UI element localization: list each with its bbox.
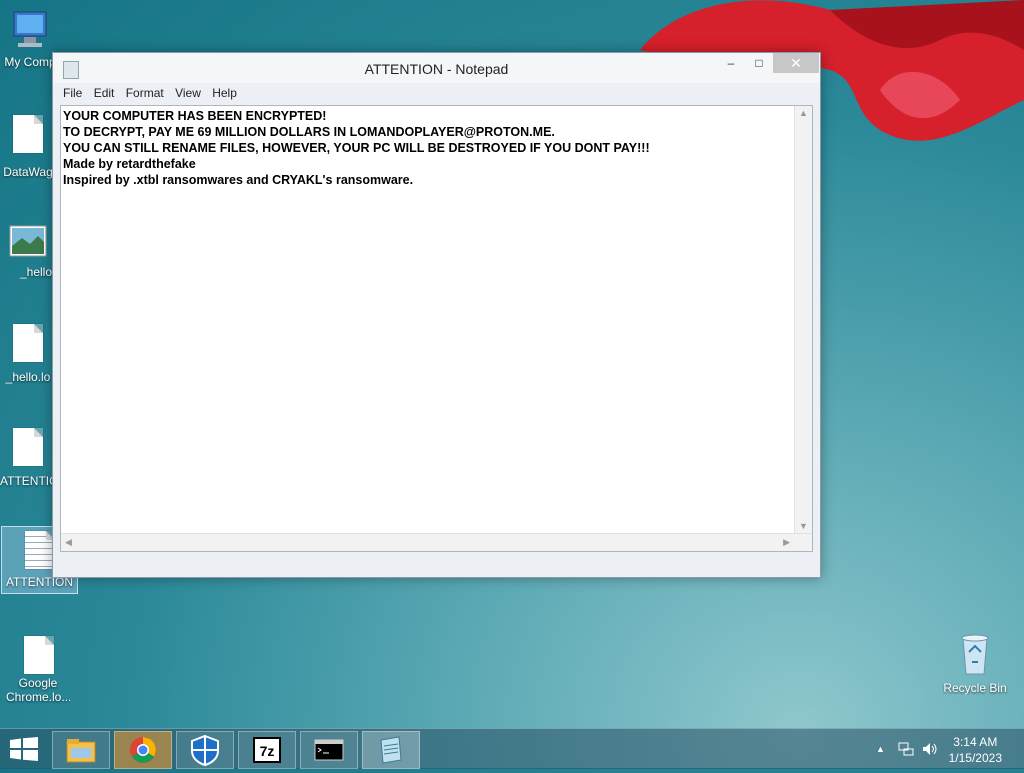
file-icon <box>13 324 43 362</box>
desktop-icon-label: _hello <box>19 265 52 279</box>
desktop-icon-attention-file[interactable]: ATTENTIO <box>0 428 56 488</box>
desktop-icon-recycle-bin[interactable]: Recycle Bin <box>937 632 1013 695</box>
taskbar-windows-defender[interactable] <box>176 731 234 769</box>
scroll-left-icon[interactable]: ◀ <box>65 537 72 548</box>
taskbar-7zip[interactable]: 7z <box>238 731 296 769</box>
computer-icon <box>13 11 47 47</box>
vertical-scrollbar[interactable]: ▲ ▼ <box>794 106 812 551</box>
system-clock[interactable]: 3:14 AM 1/15/2023 <box>949 734 1002 766</box>
file-icon <box>13 428 43 466</box>
scroll-down-icon[interactable]: ▼ <box>799 521 808 531</box>
desktop-icon-label: Google Chrome.lo... <box>6 676 70 704</box>
notepad-icon <box>380 736 402 764</box>
menu-edit[interactable]: Edit <box>94 83 115 103</box>
svg-text:7z: 7z <box>260 743 275 759</box>
taskbar-google-chrome[interactable] <box>114 731 172 769</box>
file-icon <box>24 636 54 674</box>
menu-bar: File Edit Format View Help <box>53 83 820 103</box>
desktop-icon-label: ATTENTIO <box>0 474 56 488</box>
taskbar-command-prompt[interactable] <box>300 731 358 769</box>
desktop-icon-label: Recycle Bin <box>943 681 1007 695</box>
desktop-icon-datawag[interactable]: DataWag <box>0 115 56 179</box>
menu-view[interactable]: View <box>175 83 201 103</box>
taskbar-file-explorer[interactable] <box>52 731 110 769</box>
clock-time: 3:14 AM <box>953 735 998 749</box>
terminal-icon <box>314 739 344 761</box>
desktop-icon-hello-log[interactable]: _hello.lo <box>0 324 56 384</box>
scroll-up-icon[interactable]: ▲ <box>799 108 808 118</box>
desktop-icon-label: My Comp <box>4 55 56 69</box>
start-button[interactable] <box>10 737 38 766</box>
taskbar-notepad[interactable] <box>362 731 420 769</box>
menu-file[interactable]: File <box>63 83 82 103</box>
text-editor[interactable]: YOUR COMPUTER HAS BEEN ENCRYPTED! TO DEC… <box>60 105 813 552</box>
clock-date: 1/15/2023 <box>948 751 1002 765</box>
text-document-icon <box>24 531 55 569</box>
folder-icon <box>66 739 96 763</box>
windows-logo-icon <box>10 737 38 761</box>
desktop-icon-label: _hello.lo <box>5 370 51 384</box>
notepad-window[interactable]: ATTENTION - Notepad – □ ✕ File Edit Form… <box>52 52 821 578</box>
image-icon <box>9 225 47 257</box>
desktop-icon-hello-image[interactable]: _hello <box>0 224 56 279</box>
desktop-icon-google-chrome-log[interactable]: Google Chrome.lo... <box>0 636 78 704</box>
desktop-icon-label: DataWag <box>3 165 53 179</box>
shield-icon <box>191 734 219 767</box>
horizontal-scrollbar[interactable]: ◀ ▶ <box>61 533 812 551</box>
window-title: ATTENTION - Notepad <box>364 61 509 77</box>
network-icon[interactable] <box>898 741 914 757</box>
recycle-bin-icon <box>961 634 989 675</box>
maximize-button[interactable]: □ <box>745 53 773 73</box>
desktop-icon-my-computer[interactable]: My Comp <box>0 8 60 69</box>
menu-help[interactable]: Help <box>212 83 237 103</box>
7zip-icon: 7z <box>253 737 281 763</box>
volume-icon[interactable] <box>921 741 939 757</box>
close-button[interactable]: ✕ <box>773 53 819 73</box>
file-icon <box>13 115 43 153</box>
taskbar: 7z ▲ 3:14 AM 1/15/2023 <box>0 728 1024 769</box>
chrome-icon <box>130 737 156 763</box>
document-text[interactable]: YOUR COMPUTER HAS BEEN ENCRYPTED! TO DEC… <box>63 108 792 188</box>
scroll-right-icon[interactable]: ▶ <box>783 537 790 548</box>
menu-format[interactable]: Format <box>126 83 164 103</box>
title-bar[interactable]: ATTENTION - Notepad – □ ✕ <box>53 53 820 83</box>
show-hidden-icons-icon[interactable]: ▲ <box>876 744 885 754</box>
minimize-button[interactable]: – <box>717 53 745 73</box>
